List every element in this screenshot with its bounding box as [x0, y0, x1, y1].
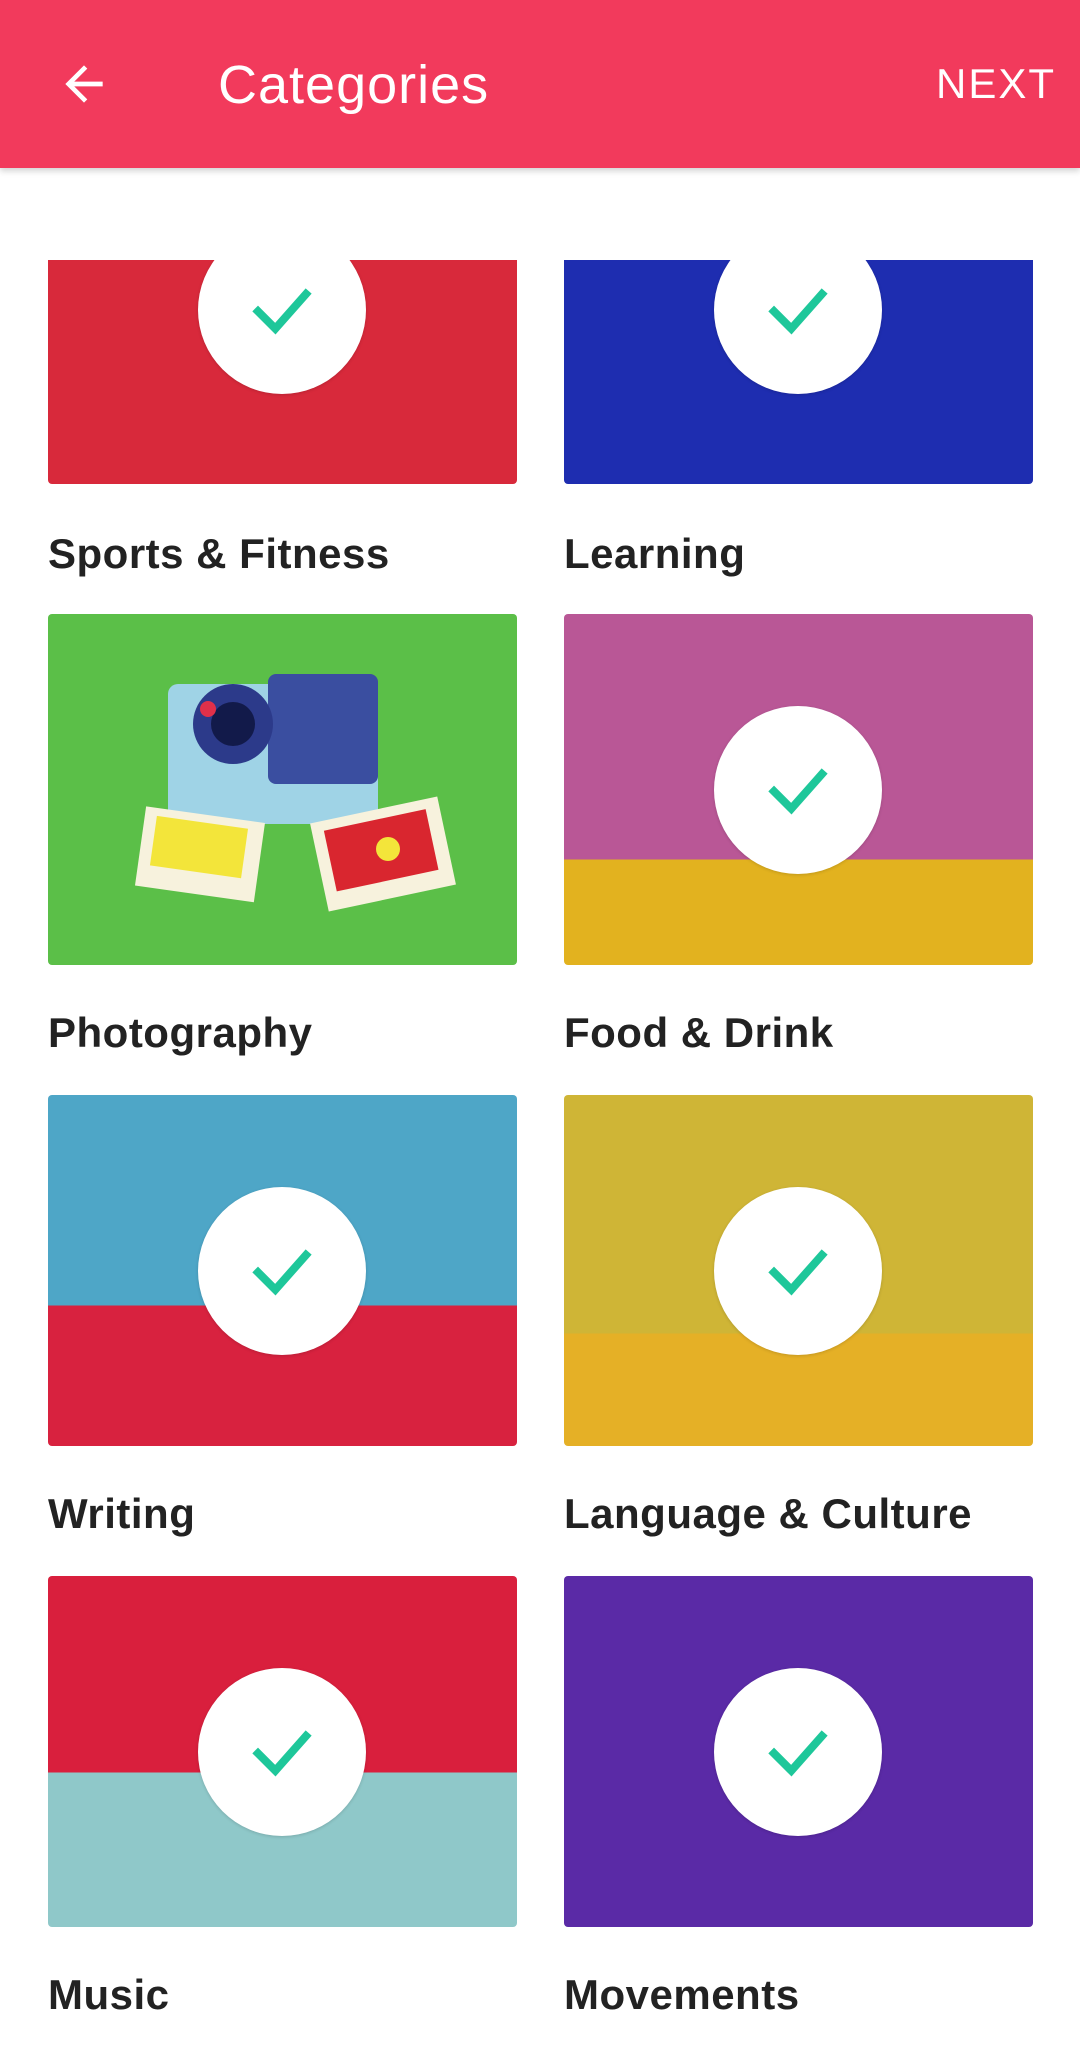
category-card-food-drink[interactable]: Food & Drink [564, 614, 1033, 1095]
next-button[interactable]: NEXT [936, 60, 1056, 108]
selected-check-badge [714, 1668, 882, 1836]
back-button[interactable] [44, 44, 124, 124]
category-image [564, 260, 1033, 484]
category-label: Music [48, 1971, 170, 2018]
category-image [564, 1095, 1033, 1446]
category-label: Photography [48, 1009, 313, 1056]
selected-check-badge [714, 1187, 882, 1355]
category-image [48, 614, 517, 965]
category-card-sports-fitness[interactable]: Sports & Fitness [48, 260, 517, 614]
page-title: Categories [218, 55, 490, 115]
selected-check-badge [198, 1668, 366, 1836]
app-bar: Categories NEXT [0, 0, 1080, 168]
check-icon [768, 288, 828, 335]
category-label: Sports & Fitness [48, 530, 390, 577]
selected-check-badge [198, 1187, 366, 1355]
check-icon [768, 1730, 828, 1777]
selected-check-badge [714, 260, 882, 394]
arrow-left-icon [65, 65, 103, 103]
category-card-learning[interactable]: Learning [564, 260, 1033, 614]
category-image [564, 1576, 1033, 1927]
camera-illustration [134, 674, 456, 912]
category-image [48, 1576, 517, 1927]
category-image [564, 614, 1033, 965]
category-label: Food & Drink [564, 1009, 834, 1056]
category-image [48, 1095, 517, 1446]
selected-check-badge [714, 706, 882, 874]
category-card-movements[interactable]: Movements [564, 1576, 1033, 2057]
category-card-writing[interactable]: Writing [48, 1095, 517, 1576]
category-card-language-culture[interactable]: Language & Culture [564, 1095, 1033, 1576]
category-card-music[interactable]: Music [48, 1576, 517, 2057]
category-grid: Sports & Fitness Learning Photography Fo… [48, 260, 1033, 2057]
category-card-photography[interactable]: Photography [48, 614, 517, 1095]
category-label: Movements [564, 1971, 800, 2018]
check-icon [768, 1249, 828, 1296]
category-label: Language & Culture [564, 1490, 973, 1537]
category-image [48, 260, 517, 484]
category-label: Writing [48, 1490, 196, 1537]
check-icon [768, 768, 828, 815]
category-label: Learning [564, 530, 746, 577]
check-icon [252, 1730, 312, 1777]
selected-check-badge [198, 260, 366, 394]
check-icon [252, 288, 312, 335]
check-icon [252, 1249, 312, 1296]
